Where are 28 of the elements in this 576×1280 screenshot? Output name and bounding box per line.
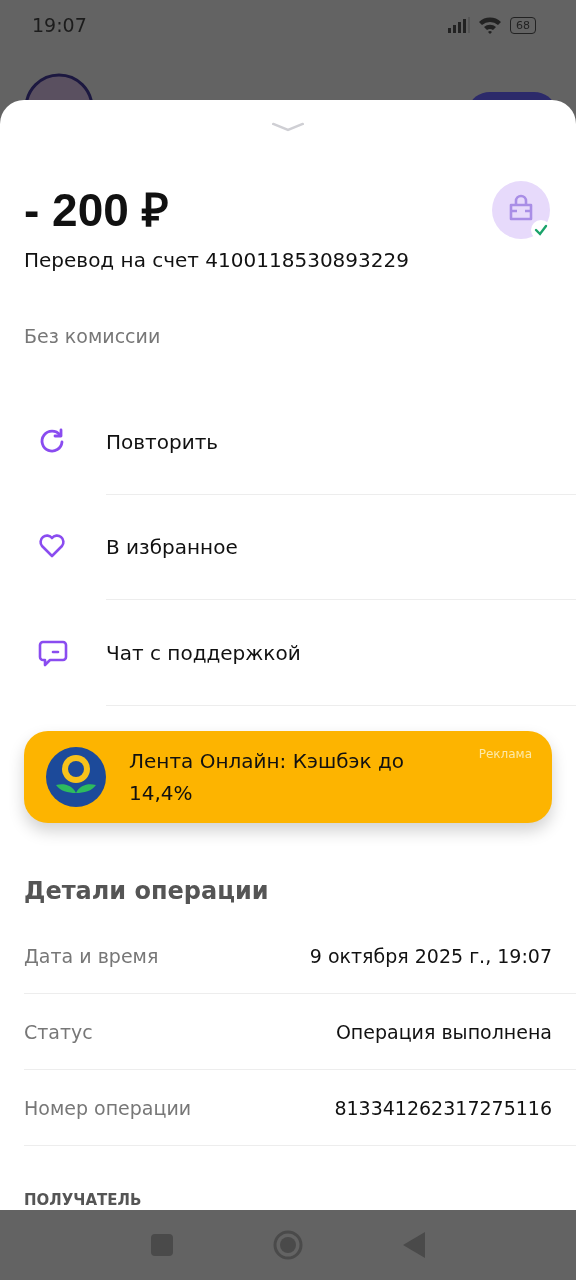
action-item[interactable]: Повторить	[106, 389, 576, 496]
section-title: Детали операции	[23, 875, 270, 907]
promo-banner[interactable]: Лента Онлайн: Кэшбэк до 14,4% Реклама	[24, 730, 552, 823]
detail-label: Дата и время	[24, 945, 159, 968]
flower-logo-icon	[46, 746, 106, 807]
back-icon[interactable]	[403, 1232, 425, 1258]
detail-label: Статус	[24, 1020, 93, 1043]
avatar-drawing	[24, 72, 94, 100]
signal-icon	[448, 17, 470, 33]
home-icon[interactable]	[273, 1230, 303, 1260]
detail-label: Номер операции	[24, 1096, 192, 1119]
action-item[interactable]: Чат с поддержкой	[106, 600, 576, 706]
action-item[interactable]: В избранное	[106, 495, 576, 601]
detail-value: Операция выполнена	[335, 1020, 552, 1043]
chevron-down-icon[interactable]	[272, 122, 304, 132]
transfer-description: Перевод на счет 4100118530893229	[24, 246, 409, 274]
battery-icon: 68	[510, 16, 536, 34]
amount: - 200 ₽	[24, 182, 170, 238]
shopping-bag-icon	[492, 180, 552, 241]
promo-text: Лента Онлайн: Кэшбэк до 14,4%	[129, 747, 405, 807]
square-icon[interactable]	[151, 1234, 173, 1256]
wifi-icon	[478, 16, 502, 34]
detail-value: 813341262317275116	[334, 1096, 552, 1119]
detail-value: 9 октября 2025 г., 19:07	[309, 945, 552, 968]
status-time: 19:07	[32, 14, 87, 36]
fee-note: Без комиссии	[23, 323, 162, 349]
section-label: ПОЛУЧАТЕЛЬ	[23, 1190, 143, 1210]
ad-label: Реклама	[478, 746, 532, 761]
